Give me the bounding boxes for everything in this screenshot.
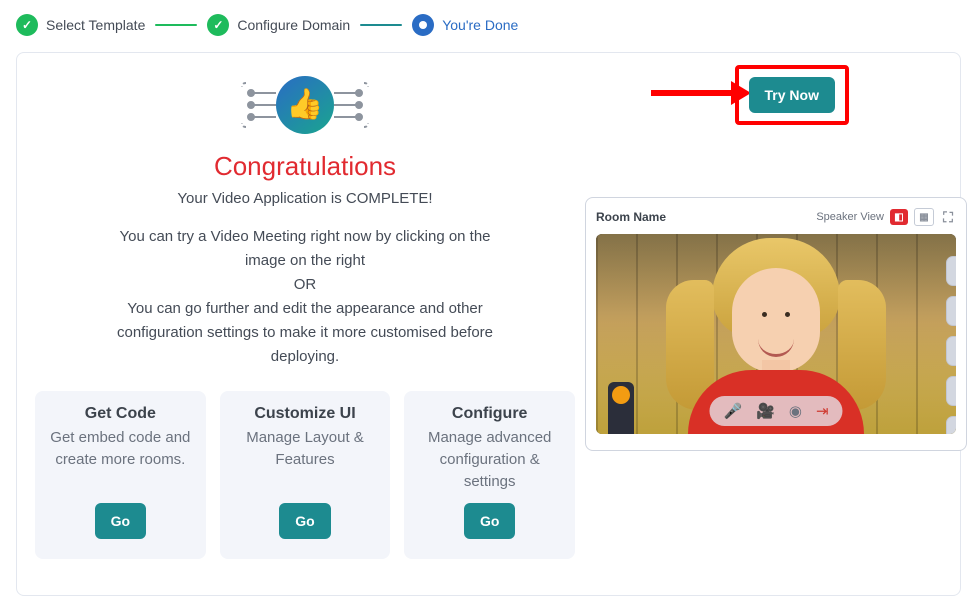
step-label: Select Template xyxy=(46,17,145,33)
left-column: 👍 Congratulations Your Video Application… xyxy=(35,67,575,559)
step-select-template: ✓ Select Template xyxy=(16,14,145,36)
step-connector xyxy=(155,24,197,26)
step-configure-domain: ✓ Configure Domain xyxy=(207,14,350,36)
action-title: Customize UI xyxy=(254,405,355,423)
circuit-left-icon xyxy=(238,75,276,135)
go-button-get-code[interactable]: Go xyxy=(95,503,146,539)
action-title: Get Code xyxy=(85,405,156,423)
step-label: Configure Domain xyxy=(237,17,350,33)
page-title: Congratulations xyxy=(214,151,396,182)
participant-chip[interactable]: A xyxy=(946,256,956,286)
video-preview-panel[interactable]: Room Name Speaker View ◧ ▦ ⛶ xyxy=(585,197,967,451)
video-icon[interactable]: 🎥 xyxy=(756,402,775,420)
action-row: Get Code Get embed code and create more … xyxy=(35,391,575,559)
thumbs-up-badge: 👍 xyxy=(276,76,334,134)
participant-chip[interactable]: C xyxy=(946,376,956,406)
action-desc: Manage Layout & Features xyxy=(230,427,381,493)
action-title: Configure xyxy=(452,405,528,423)
columns: 👍 Congratulations Your Video Application… xyxy=(35,67,942,559)
participant-chip[interactable]: M xyxy=(946,296,956,326)
go-button-configure[interactable]: Go xyxy=(464,503,515,539)
check-icon: ✓ xyxy=(207,14,229,36)
call-controls: 🎤 🎥 ◉ ⇥ xyxy=(709,396,842,426)
record-icon[interactable]: ◉ xyxy=(789,402,802,420)
room-name-label: Room Name xyxy=(596,210,666,224)
action-card-configure: Configure Manage advanced configuration … xyxy=(404,391,575,559)
stepper: ✓ Select Template ✓ Configure Domain You… xyxy=(0,0,977,36)
step-connector xyxy=(360,24,402,26)
mic-icon[interactable]: 🎤 xyxy=(723,402,742,420)
thumbs-up-icon: 👍 xyxy=(286,90,323,120)
video-area[interactable]: 🎤 🎥 ◉ ⇥ A M R C K xyxy=(596,234,956,434)
action-desc: Get embed code and create more rooms. xyxy=(45,427,196,493)
view-label: Speaker View xyxy=(816,211,884,223)
main-card: 👍 Congratulations Your Video Application… xyxy=(16,52,961,596)
page-description: You can try a Video Meeting right now by… xyxy=(115,225,495,369)
highlight-box: Try Now xyxy=(735,65,849,125)
participant-chip[interactable]: R xyxy=(946,336,956,366)
grid-view-icon[interactable]: ▦ xyxy=(914,208,934,226)
view-controls: Speaker View ◧ ▦ ⛶ xyxy=(816,208,956,226)
try-now-highlight: Try Now xyxy=(735,65,849,125)
step-youre-done: You're Done xyxy=(412,14,518,36)
participant-chip[interactable]: K xyxy=(946,416,956,434)
fullscreen-icon[interactable]: ⛶ xyxy=(940,209,956,225)
participant-column: A M R C K xyxy=(946,256,956,434)
go-button-customize-ui[interactable]: Go xyxy=(279,503,330,539)
speaker-view-icon[interactable]: ◧ xyxy=(890,209,908,225)
try-now-button[interactable]: Try Now xyxy=(749,77,835,113)
circuit-right-icon xyxy=(334,75,372,135)
success-badge: 👍 xyxy=(238,75,372,135)
action-card-customize-ui: Customize UI Manage Layout & Features Go xyxy=(220,391,391,559)
preview-header: Room Name Speaker View ◧ ▦ ⛶ xyxy=(596,208,956,226)
action-desc: Manage advanced configuration & settings xyxy=(414,427,565,493)
leave-icon[interactable]: ⇥ xyxy=(816,402,829,420)
step-label: You're Done xyxy=(442,17,518,33)
action-card-get-code: Get Code Get embed code and create more … xyxy=(35,391,206,559)
active-step-icon xyxy=(412,14,434,36)
right-column: Try Now Room Name Speaker View ◧ ▦ ⛶ xyxy=(585,67,967,559)
page-subtitle: Your Video Application is COMPLETE! xyxy=(177,190,432,207)
check-icon: ✓ xyxy=(16,14,38,36)
